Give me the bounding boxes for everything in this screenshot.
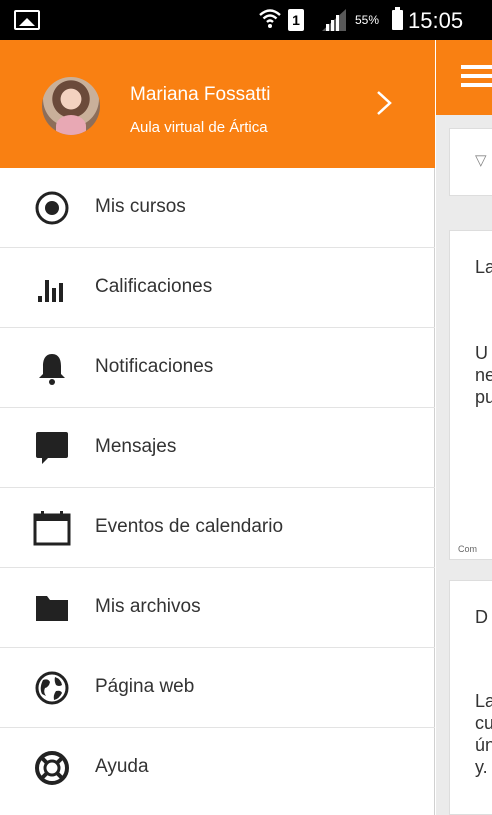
sim-icon: 1 [288,9,304,31]
menu-item-ayuda[interactable]: Ayuda [0,728,435,808]
clock: 15:05 [408,8,464,33]
menu-item-calificaciones[interactable]: Calificaciones [0,248,435,328]
menu-item-mis-archivos[interactable]: Mis archivos [0,568,435,648]
course-card-2-body: La cu ún y. [475,691,492,777]
folder-icon [32,590,72,626]
radio-target-icon [32,190,72,226]
menu-item-label: Mensajes [95,436,177,457]
gallery-icon [14,10,40,30]
course-card-2-title: D [475,607,488,627]
menu-item-eventos[interactable]: Eventos de calendario [0,488,435,568]
bar-chart-icon [32,270,72,306]
menu-item-pagina-web[interactable]: Página web [0,648,435,728]
signal-icon [322,9,346,31]
menu-item-label: Mis cursos [95,196,186,217]
course-card-title: La [475,257,492,277]
status-bar: 1 55% 15:05 [0,0,492,40]
battery-percent: 55% [355,13,380,27]
wifi-icon [259,9,281,28]
menu-item-mensajes[interactable]: Mensajes [0,408,435,488]
menu-item-label: Mis archivos [95,596,201,617]
site-name: Aula virtual de Ártica [130,119,268,136]
menu-item-label: Notificaciones [95,356,214,377]
avatar [42,77,100,135]
menu-item-notificaciones[interactable]: Notificaciones [0,328,435,408]
filter-icon: ▽ [475,152,487,169]
battery-icon [392,7,403,30]
user-header[interactable]: Mariana Fossatti Aula virtual de Ártica [0,40,435,168]
user-name: Mariana Fossatti [130,84,271,105]
chat-bubble-icon [32,430,72,466]
menu-item-label: Ayuda [95,756,149,777]
chevron-right-icon [377,91,392,115]
menu-item-label: Eventos de calendario [95,516,284,537]
menu-item-label: Calificaciones [95,276,213,297]
bell-icon [32,350,72,386]
hamburger-menu-icon[interactable] [461,65,492,87]
globe-icon [32,670,72,706]
course-card-body: U ne pu [475,343,492,407]
navigation-drawer: Mariana Fossatti Aula virtual de Ártica … [0,40,435,815]
menu-item-label: Página web [95,676,195,697]
menu-item-mis-cursos[interactable]: Mis cursos [0,168,435,248]
calendar-icon [32,510,72,546]
course-card-footer: Com [458,544,478,554]
lifebuoy-icon [32,750,72,786]
